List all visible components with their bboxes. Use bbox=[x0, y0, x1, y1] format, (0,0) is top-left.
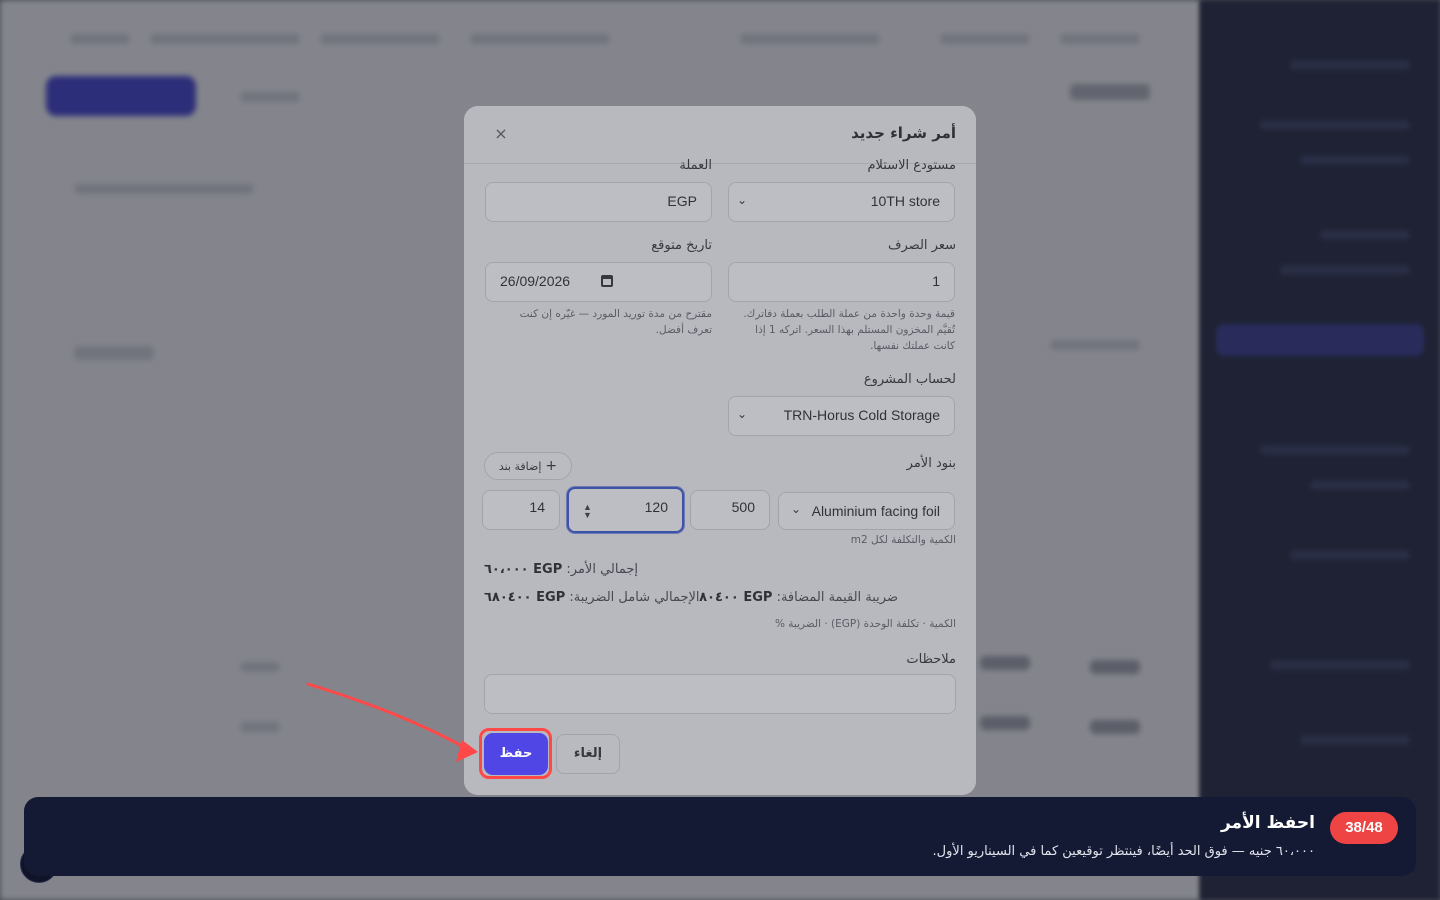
vat-total: ضريبة القيمة المضافة: EGP ٨٠٤٠٠ bbox=[699, 590, 898, 605]
exchange-rate-help: قيمة وحدة واحدة من عملة الطلب بعملة دفات… bbox=[743, 308, 955, 352]
unit-cost-value: 120 bbox=[644, 499, 668, 515]
vat-label: ضريبة القيمة المضافة: bbox=[776, 590, 898, 605]
grand-total: الإجمالي شامل الضريبة: EGP ٦٨٠٤٠٠ bbox=[484, 590, 700, 605]
add-item-label: إضافة بند bbox=[498, 460, 542, 473]
project-value: TRN-Horus Cold Storage bbox=[783, 407, 940, 423]
calendar-icon[interactable] bbox=[601, 275, 613, 287]
exchange-rate-value: 1 bbox=[932, 273, 940, 289]
vat-value: EGP ٨٠٤٠٠ bbox=[699, 590, 773, 605]
grand-total-value: EGP ٦٨٠٤٠٠ bbox=[484, 590, 566, 605]
expected-date-help: مقترح من مدة توريد المورد — غيّره إن كنت… bbox=[519, 308, 712, 336]
tax-input[interactable]: 14 bbox=[482, 490, 560, 530]
modal-header: أمر شراء جديد × bbox=[464, 106, 976, 164]
stepper-icon[interactable]: ▲ ▼ bbox=[583, 503, 592, 520]
order-total-value: EGP ٦٠،٠٠٠ bbox=[484, 562, 563, 577]
expected-date-label: تاريخ متوقع bbox=[651, 238, 712, 253]
tutorial-toast: 38/48 احفظ الأمر ٦٠،٠٠٠ جنيه — فوق الحد … bbox=[24, 797, 1416, 876]
toast-description: ٦٠،٠٠٠ جنيه — فوق الحد أيضًا، فينتظر توق… bbox=[932, 844, 1315, 859]
quantity-input[interactable]: 500 bbox=[690, 490, 770, 530]
notes-input[interactable] bbox=[484, 674, 956, 714]
grand-total-label: الإجمالي شامل الضريبة: bbox=[569, 590, 700, 605]
order-items-label: بنود الأمر bbox=[906, 456, 956, 471]
warehouse-label: مستودع الاستلام bbox=[867, 158, 956, 173]
order-total: إجمالي الأمر: EGP ٦٠،٠٠٠ bbox=[484, 562, 638, 577]
plus-icon: + bbox=[545, 458, 558, 474]
currency-value: EGP bbox=[667, 193, 697, 209]
project-label: لحساب المشروع bbox=[863, 372, 956, 387]
cancel-button[interactable]: إلغاء bbox=[556, 734, 620, 774]
product-value: Aluminium facing foil bbox=[811, 503, 940, 519]
columns-note: الكمية · تكلفة الوحدة (EGP) · الضريبة % bbox=[774, 618, 956, 630]
product-select[interactable]: Aluminium facing foil ⌄ bbox=[778, 492, 955, 530]
toast-title: احفظ الأمر bbox=[1220, 813, 1315, 833]
chevron-down-icon: ⌄ bbox=[737, 193, 748, 207]
chevron-down-icon: ⌄ bbox=[791, 502, 802, 516]
project-select[interactable]: TRN-Horus Cold Storage ⌄ bbox=[728, 396, 955, 436]
unit-note: الكمية والتكلفة لكل m2 bbox=[850, 534, 956, 546]
warehouse-value: 10TH store bbox=[870, 193, 940, 209]
currency-field[interactable]: EGP bbox=[485, 182, 712, 222]
order-total-label: إجمالي الأمر: bbox=[566, 562, 638, 577]
step-badge: 38/48 bbox=[1330, 812, 1398, 844]
exchange-rate-label: سعر الصرف bbox=[888, 238, 956, 253]
quantity-value: 500 bbox=[731, 499, 755, 515]
add-item-button[interactable]: +إضافة بند bbox=[484, 452, 572, 480]
modal-title: أمر شراء جديد bbox=[851, 124, 956, 142]
new-purchase-order-modal: أمر شراء جديد × مستودع الاستلام 10TH sto… bbox=[464, 106, 976, 795]
unit-cost-input[interactable]: 120 ▲ ▼ bbox=[567, 487, 684, 533]
tax-value: 14 bbox=[529, 499, 545, 515]
expected-date-input[interactable]: 26/09/2026 bbox=[485, 262, 712, 302]
close-icon[interactable]: × bbox=[492, 125, 510, 143]
expected-date-value: 26/09/2026 bbox=[500, 273, 571, 289]
exchange-rate-input[interactable]: 1 bbox=[728, 262, 955, 302]
notes-label: ملاحظات bbox=[906, 652, 956, 667]
warehouse-select[interactable]: 10TH store ⌄ bbox=[728, 182, 955, 222]
chevron-down-icon: ⌄ bbox=[737, 407, 748, 421]
currency-label: العملة bbox=[679, 158, 712, 173]
save-button[interactable]: حفظ bbox=[484, 733, 548, 775]
